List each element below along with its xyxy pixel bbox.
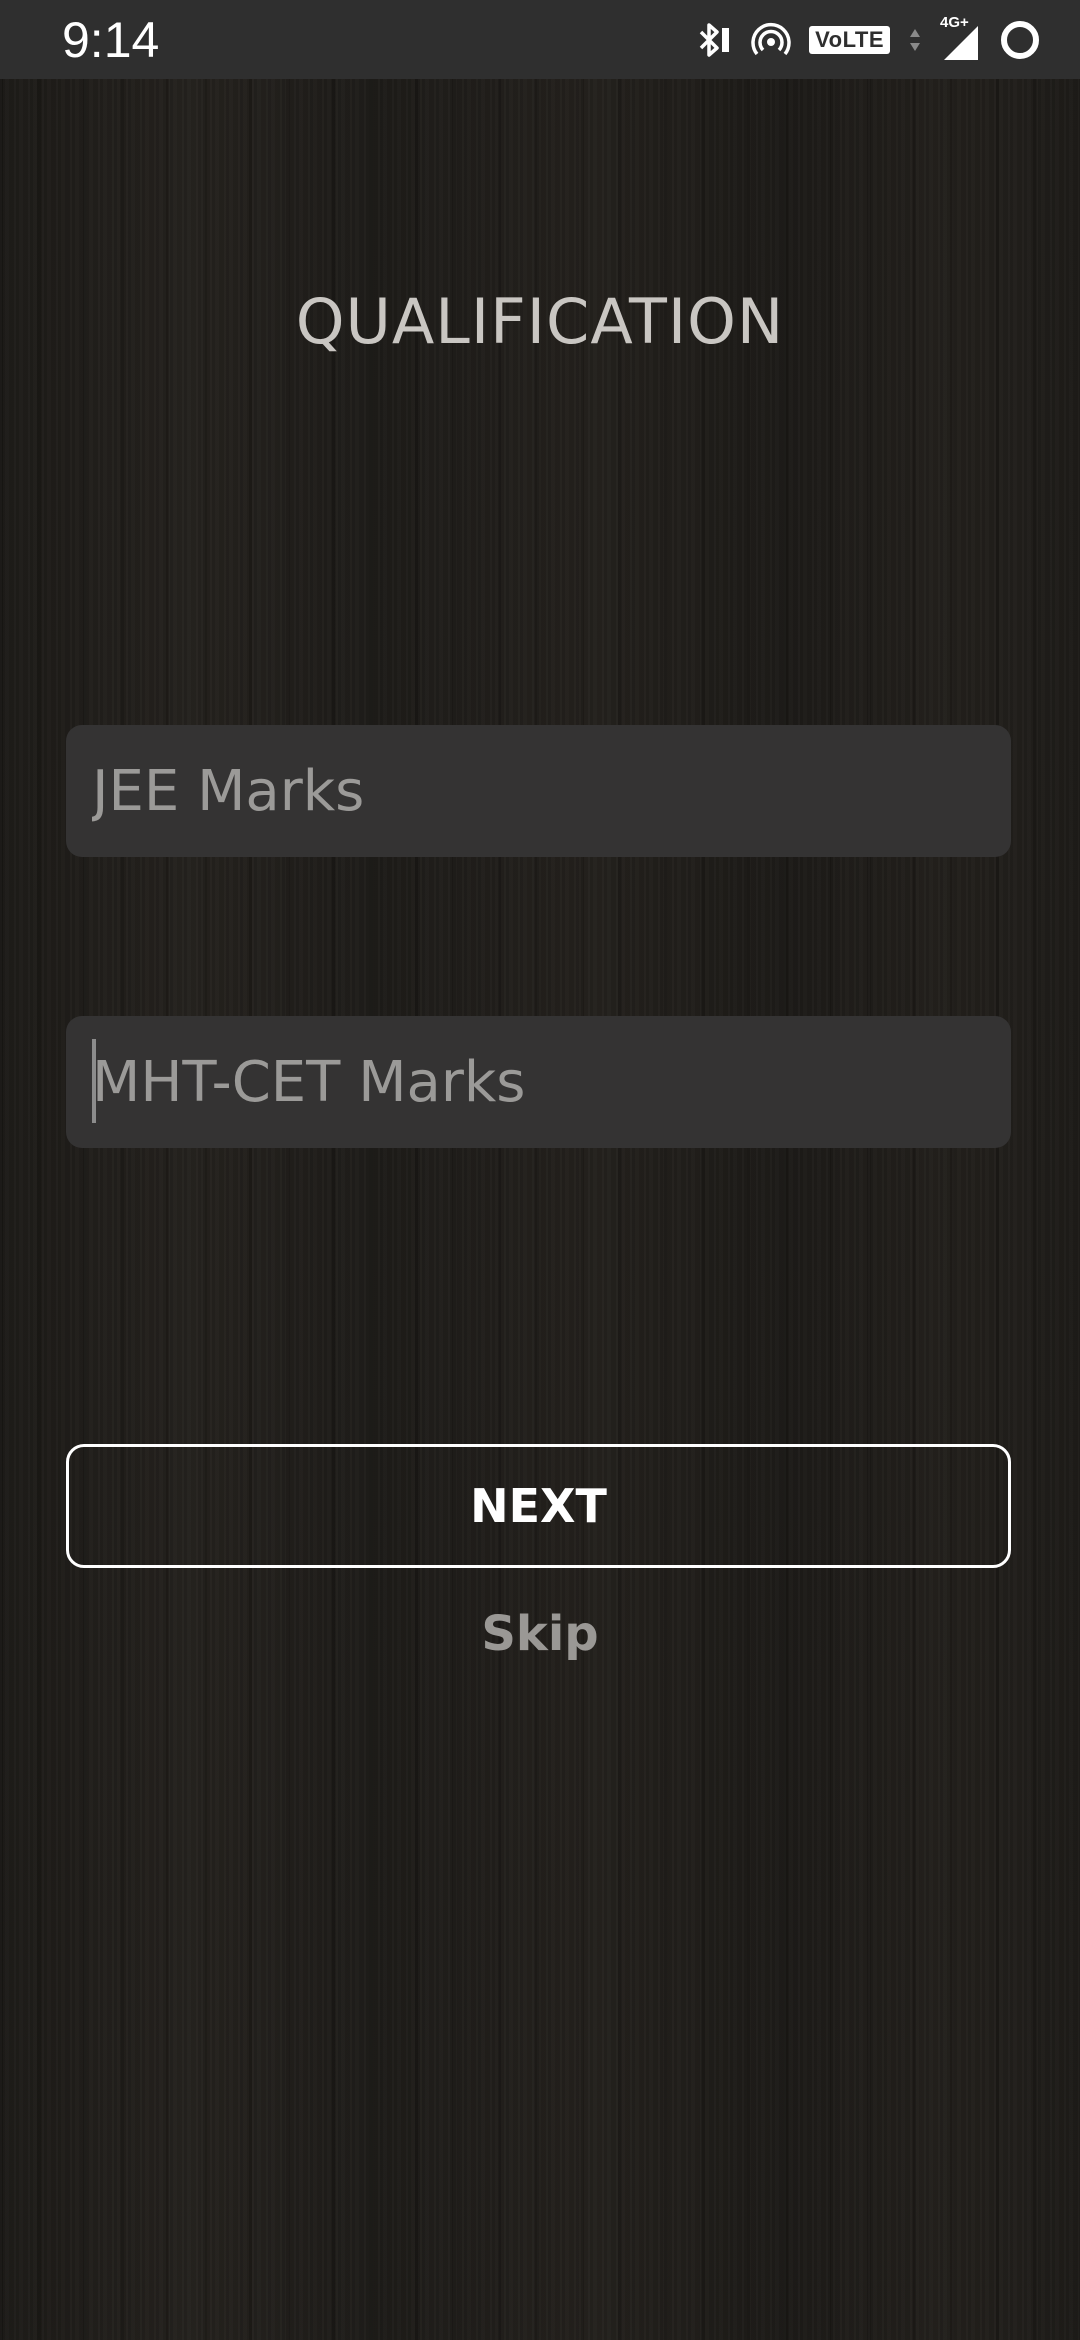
signal-icon: 4G+ — [940, 14, 980, 62]
jee-marks-field[interactable] — [66, 725, 1011, 857]
text-cursor — [92, 1039, 96, 1123]
mht-cet-marks-field[interactable] — [66, 1016, 1011, 1148]
data-arrows-icon — [908, 25, 922, 55]
next-button[interactable]: NEXT — [66, 1444, 1011, 1568]
mht-cet-marks-input[interactable] — [66, 1016, 1011, 1148]
status-bar: 9:14 VoLTE 4G+ — [0, 0, 1080, 79]
hotspot-icon — [751, 20, 791, 60]
page-title: QUALIFICATION — [295, 285, 785, 358]
jee-marks-input[interactable] — [66, 725, 1011, 857]
battery-ring-icon — [998, 18, 1042, 62]
status-time: 9:14 — [62, 12, 160, 68]
skip-link[interactable]: Skip — [0, 1604, 1080, 1664]
bluetooth-icon — [693, 20, 733, 60]
status-icons: VoLTE 4G+ — [693, 14, 1042, 66]
volte-icon: VoLTE — [809, 26, 890, 54]
